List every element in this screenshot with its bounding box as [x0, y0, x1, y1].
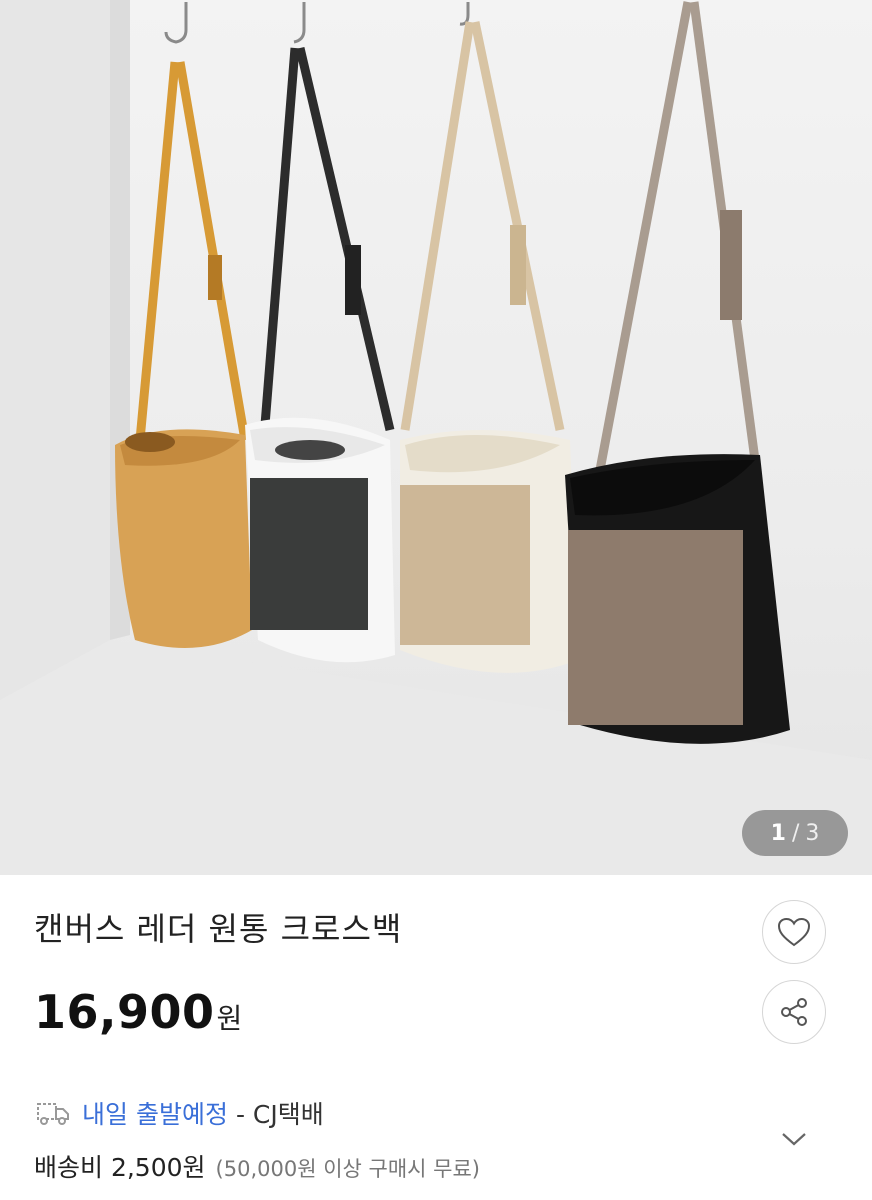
share-icon [781, 998, 807, 1026]
chevron-down-icon [782, 1133, 806, 1146]
pager-total: 3 [805, 820, 820, 846]
shipping-eta: 내일 출발예정 [82, 1100, 228, 1129]
pager-current: 1 [770, 820, 786, 846]
pager-separator: / [791, 820, 800, 846]
shipping-fee: 배송비 2,500원 [34, 1153, 206, 1182]
truck-icon [34, 1100, 72, 1126]
product-title: 캔버스 레더 원통 크로스백 [34, 910, 403, 948]
expand-shipping-button[interactable] [780, 1130, 808, 1148]
price-unit: 원 [216, 1002, 243, 1035]
free-shipping-condition: (50,000원 이상 구매시 무료) [215, 1157, 480, 1181]
product-photo [0, 0, 872, 875]
shipping-eta-row: 내일 출발예정 - CJ택배 [34, 1095, 324, 1131]
shipping-carrier: - CJ택배 [235, 1100, 324, 1129]
price-value: 16,900 [34, 985, 215, 1039]
like-button[interactable] [762, 900, 826, 964]
product-image-gallery[interactable]: 1 / 3 [0, 0, 872, 875]
share-button[interactable] [762, 980, 826, 1044]
shipping-fee-row: 배송비 2,500원 (50,000원 이상 구매시 무료) [34, 1148, 480, 1184]
image-pager: 1 / 3 [742, 810, 848, 856]
product-price: 16,900 원 [34, 985, 242, 1039]
heart-icon [777, 917, 811, 947]
